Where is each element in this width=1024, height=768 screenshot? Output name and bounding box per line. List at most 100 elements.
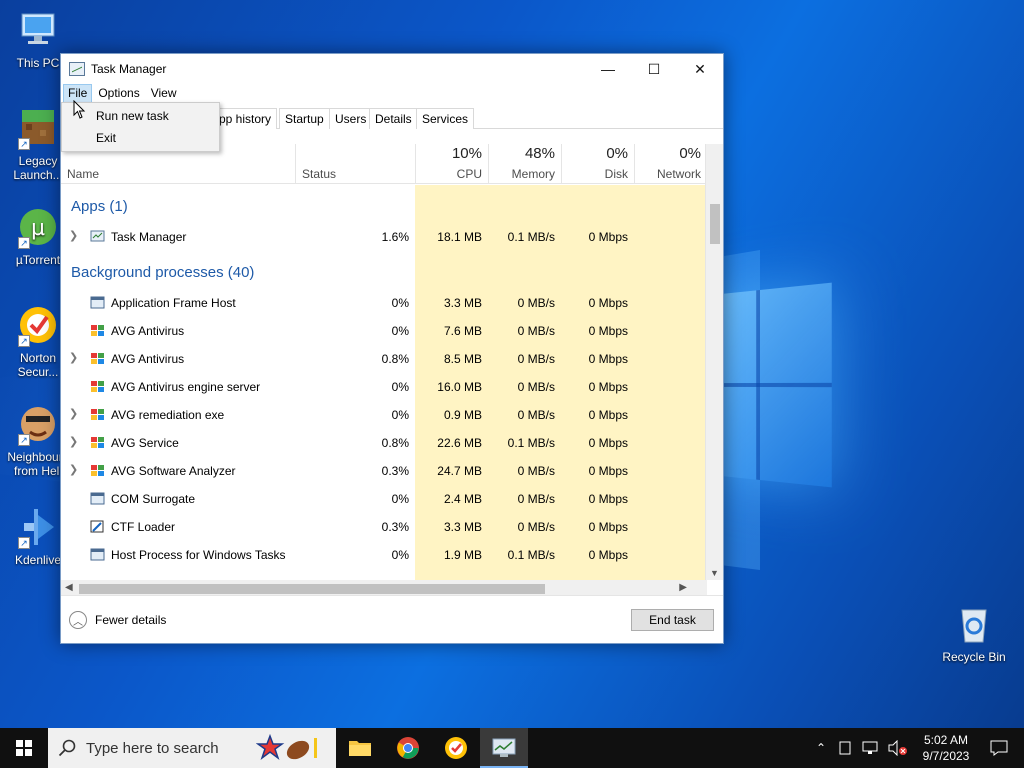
process-name: Application Frame Host [111,296,236,310]
taskbar-chrome[interactable] [384,728,432,768]
memory-value: 0.9 MB [443,408,482,422]
fewer-details-link[interactable]: ︿ Fewer details [69,611,166,629]
neighbour-face-icon: ↗ [16,402,60,446]
menu-view[interactable]: View [146,84,182,104]
process-name: AVG Antivirus [111,352,185,366]
chevron-up-icon[interactable]: ⌃ [816,741,826,755]
avg-icon [91,381,104,392]
disk-value: 0 MB/s [517,464,555,478]
menu-options[interactable]: Options [93,84,144,104]
network-value: 0 Mbps [588,408,628,422]
disk-value: 0 MB/s [517,380,555,394]
taskbar-file-explorer[interactable] [336,728,384,768]
network-value: 0 Mbps [588,324,628,338]
column-header-status[interactable]: Status [295,144,415,184]
tab-users[interactable]: Users [329,108,373,129]
table-row[interactable]: ❯ AVG remediation exe 0% 0.9 MB 0 MB/s 0 Mbps [61,401,707,429]
disk-value: 0 MB/s [517,324,555,338]
disk-value: 0 MB/s [517,408,555,422]
scroll-left-arrow-icon[interactable]: ◀ [65,582,73,593]
vertical-scroll-thumb[interactable] [710,204,720,244]
tablet-icon[interactable] [838,741,852,755]
cpu-value: 0% [391,380,409,394]
horizontal-scroll-thumb[interactable] [79,584,545,594]
network-value: 0 Mbps [588,296,628,310]
footer: ︿ Fewer details End task [61,595,723,643]
column-header-disk[interactable]: 0% Disk [561,144,634,184]
scroll-right-arrow-icon[interactable]: ▶ [679,582,687,593]
table-row[interactable]: ❯ AVG Service 0.8% 22.6 MB 0.1 MB/s 0 Mbps [61,429,707,457]
clock-time: 5:02 AM [923,733,969,747]
minimize-button[interactable]: — [585,54,631,84]
chrome-icon [397,737,419,759]
fewer-details-label: Fewer details [95,613,167,627]
chevron-right-icon[interactable]: ❯ [69,229,78,242]
process-name: AVG Service [111,436,179,450]
cpu-value: 1.6% [381,230,409,244]
table-row[interactable]: AVG Antivirus engine server 0% 16.0 MB 0 MB… [61,373,707,401]
start-button[interactable] [0,728,48,768]
notifications-icon[interactable] [990,740,1008,756]
chevron-right-icon[interactable]: ❯ [69,463,78,476]
tab-services[interactable]: Services [416,108,475,129]
taskbar-task-manager[interactable] [480,728,528,768]
end-task-button[interactable]: End task [631,609,714,631]
chevron-right-icon[interactable]: ❯ [69,351,78,364]
memory-value: 7.6 MB [443,324,482,338]
recycle-bin-icon [952,602,996,646]
close-button[interactable]: ✕ [677,54,723,84]
tab-details[interactable]: Details [369,108,418,129]
avg-icon [91,325,104,336]
process-name: Task Manager [111,230,187,244]
memory-value: 24.7 MB [437,464,482,478]
cpu-value: 0% [391,296,409,310]
network-value: 0 Mbps [588,352,628,366]
avg-icon [91,465,104,476]
clock[interactable]: 5:02 AM 9/7/2023 [916,732,976,764]
tab-app-history[interactable]: pp history [213,108,278,129]
title-bar[interactable]: Task Manager — ☐ ✕ [61,54,723,84]
disk-value: 0 MB/s [517,296,555,310]
chevron-right-icon[interactable]: ❯ [69,435,78,448]
network-value: 0 Mbps [588,464,628,478]
scroll-down-arrow-icon[interactable]: ▼ [710,568,719,578]
table-row[interactable]: CTF Loader 0.3% 3.3 MB 0 MB/s 0 Mbps [61,513,707,541]
cpu-value: 0% [391,324,409,338]
table-row[interactable]: ❯ AVG Antivirus 0.8% 8.5 MB 0 MB/s 0 Mbps [61,345,707,373]
table-row[interactable]: AVG Antivirus 0% 7.6 MB 0 MB/s 0 Mbps [61,317,707,345]
menu-item-run-new-task[interactable]: Run new task [96,109,169,123]
column-header-memory[interactable]: 48% Memory [488,144,561,184]
table-row[interactable]: ❯ Task Manager 1.6% 18.1 MB 0.1 MB/s 0 Mbps [61,223,707,251]
avg-icon [91,353,104,364]
shortcut-arrow-icon: ↗ [18,138,30,150]
desktop-icon-recycle-bin[interactable]: Recycle Bin [936,602,1012,664]
network-icon[interactable] [862,741,878,755]
task-manager-icon [492,738,516,757]
column-header-network[interactable]: 0% Network [634,144,707,184]
chevron-right-icon[interactable]: ❯ [69,407,78,420]
network-value: 0 Mbps [588,436,628,450]
table-row[interactable]: Application Frame Host 0% 3.3 MB 0 MB/s 0 Mb… [61,289,707,317]
menu-item-exit[interactable]: Exit [96,131,116,145]
task-manager-icon [69,62,85,76]
taskbar-norton[interactable] [432,728,480,768]
chevron-up-icon: ︿ [69,611,87,629]
maximize-button[interactable]: ☐ [631,54,677,84]
memory-value: 2.4 MB [443,492,482,506]
disk-value: 0 MB/s [517,520,555,534]
taskbar-search-box[interactable]: Type here to search [48,728,336,768]
volume-muted-icon[interactable] [888,740,908,756]
process-name: AVG remediation exe [111,408,225,422]
taskbar: Type here to search ⌃ 5:02 AM 9/7/2023 [0,728,1024,768]
windows-icon [16,740,32,756]
network-value: 0 Mbps [588,380,628,394]
table-row[interactable]: COM Surrogate 0% 2.4 MB 0 MB/s 0 Mbps [61,485,707,513]
table-row[interactable]: Host Process for Windows Tasks 0% 1.9 MB 0.… [61,541,707,569]
avg-icon [91,409,104,420]
group-header-apps: Apps (1) [71,198,128,215]
table-row[interactable]: ❯ AVG Software Analyzer 0.3% 24.7 MB 0 MB/s 0… [61,457,707,485]
vertical-scrollbar[interactable]: ▼ [705,144,723,580]
tab-startup[interactable]: Startup [279,108,330,129]
column-header-cpu[interactable]: 10% CPU [415,144,488,184]
memory-value: 3.3 MB [443,296,482,310]
